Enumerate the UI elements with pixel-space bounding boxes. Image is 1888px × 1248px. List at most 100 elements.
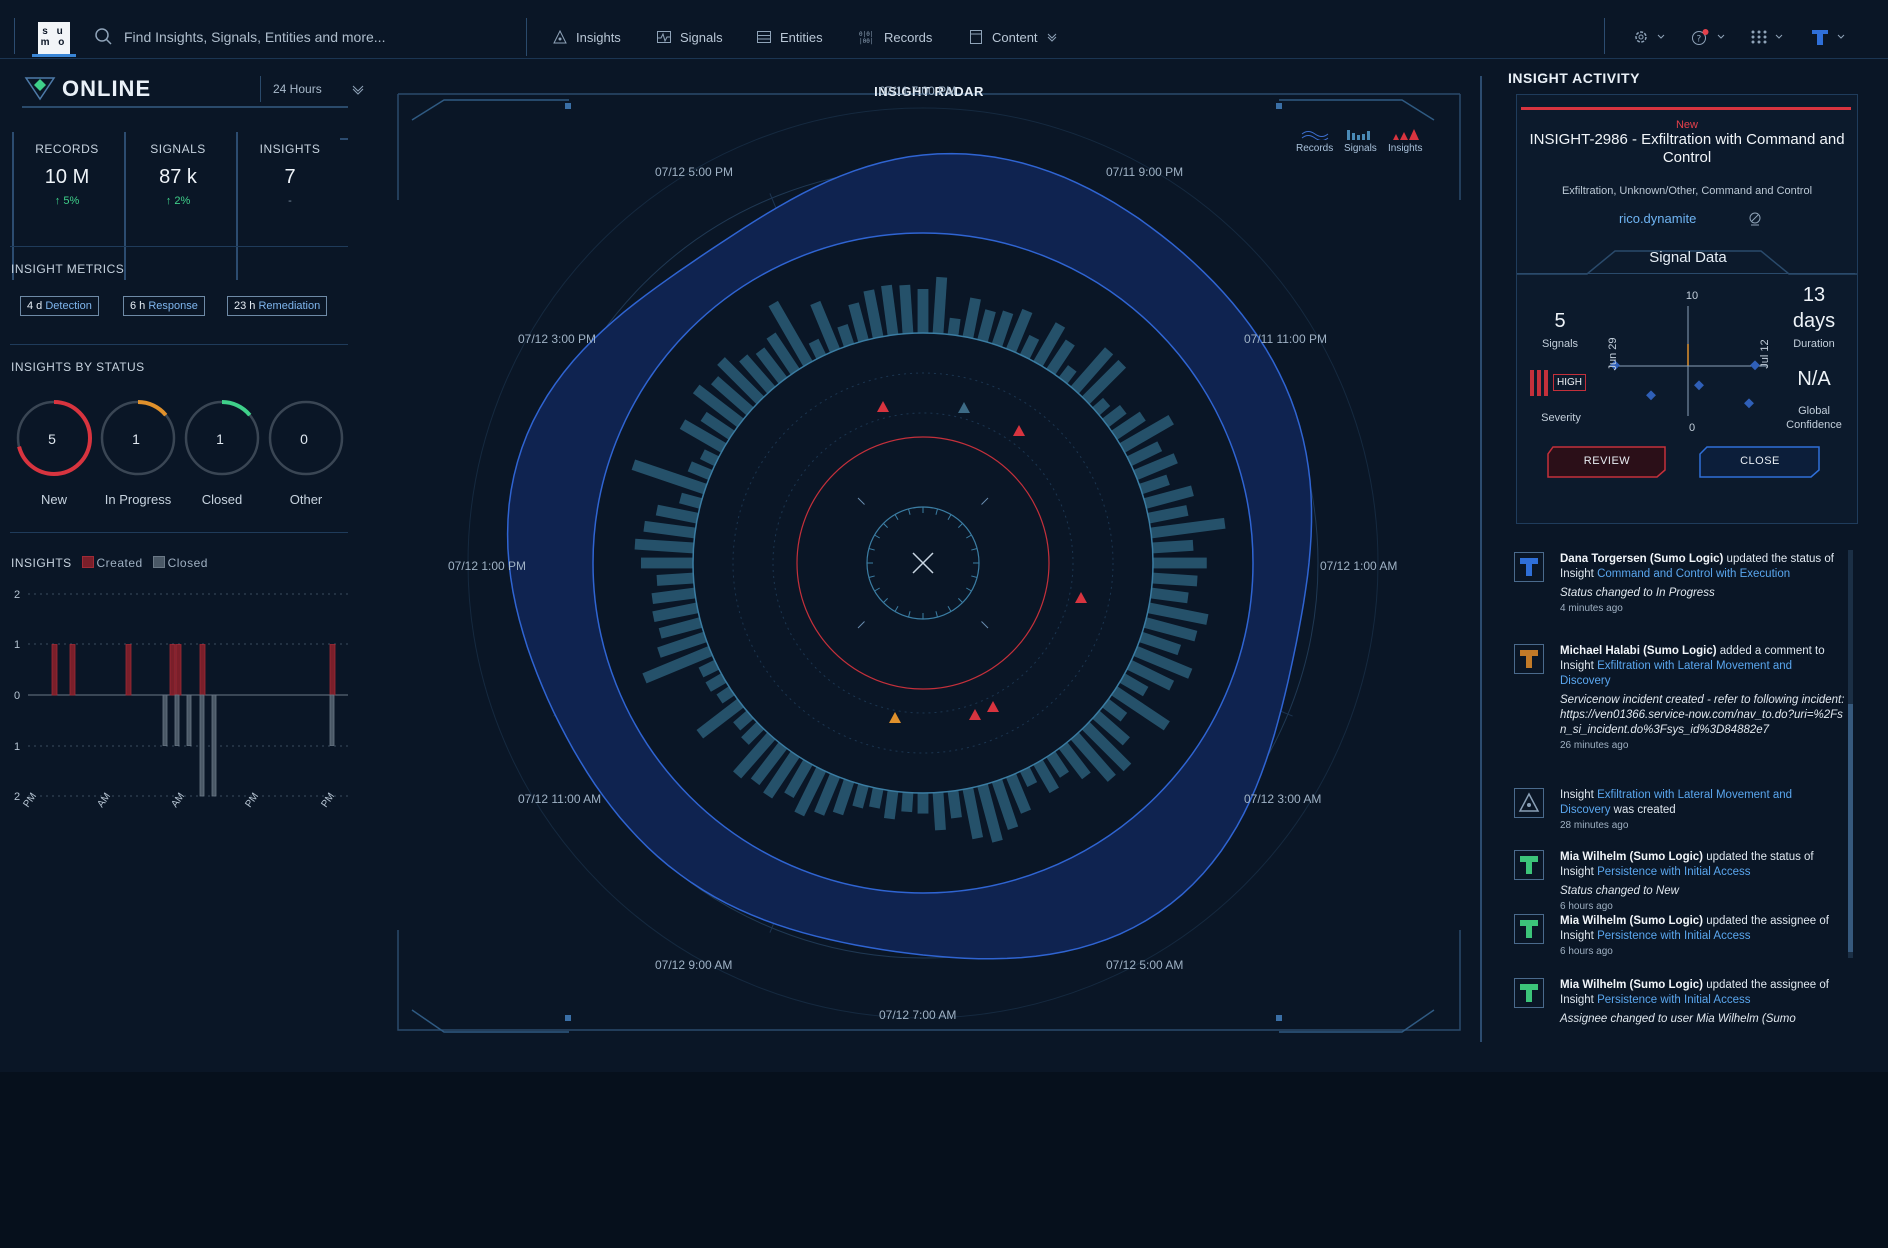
legend-closed-label: Closed bbox=[167, 556, 208, 570]
chart-top-label: 10 bbox=[1685, 290, 1699, 302]
metric-response: 6 h Response bbox=[123, 296, 205, 316]
insight-link[interactable]: Persistence with Initial Access bbox=[1597, 930, 1750, 942]
insight-entity-link[interactable]: rico.dynamite bbox=[1619, 211, 1696, 226]
signal-bar[interactable] bbox=[901, 792, 914, 813]
activity-text: Michael Halabi (Sumo Logic) added a comm… bbox=[1560, 644, 1845, 753]
x-tick-label: AM bbox=[169, 791, 187, 810]
insight-metrics-title: INSIGHT METRICS bbox=[11, 262, 125, 276]
gauge-value: 1 bbox=[216, 431, 224, 447]
status-gauge-other[interactable]: 0 Other bbox=[264, 398, 348, 507]
content-icon bbox=[970, 30, 982, 44]
status-gauge-closed[interactable]: 1 Closed bbox=[180, 398, 264, 507]
radar-time-label: 07/12 9:00 AM bbox=[655, 958, 733, 972]
created-bar[interactable] bbox=[169, 644, 176, 696]
signal-bar[interactable] bbox=[1153, 557, 1207, 569]
radar-time-label: 07/12 5:00 AM bbox=[1106, 958, 1184, 972]
created-bar[interactable] bbox=[329, 644, 336, 696]
stat-change: ↑ 5% bbox=[54, 195, 80, 207]
closed-bar[interactable] bbox=[329, 694, 335, 746]
created-bar[interactable] bbox=[175, 644, 182, 696]
close-button[interactable]: CLOSE bbox=[1699, 446, 1821, 476]
duration-unit: days bbox=[1792, 310, 1836, 332]
insight-link[interactable]: Persistence with Initial Access bbox=[1597, 994, 1750, 1006]
nav-signals[interactable]: Signals bbox=[656, 22, 723, 52]
status-header: ONLINE 24 Hours bbox=[22, 72, 364, 108]
nav-content[interactable]: Content bbox=[968, 22, 1058, 52]
user-menu[interactable] bbox=[1810, 22, 1846, 52]
radar-time-label: 07/12 3:00 PM bbox=[518, 332, 597, 346]
nav-entities[interactable]: Entities bbox=[756, 22, 823, 52]
review-button[interactable]: REVIEW bbox=[1547, 446, 1667, 476]
closed-bar[interactable] bbox=[186, 694, 192, 746]
signals-label: Signals bbox=[1541, 338, 1579, 350]
created-bar[interactable] bbox=[199, 644, 206, 696]
activity-text: Dana Torgersen (Sumo Logic) updated the … bbox=[1560, 552, 1845, 616]
global-search[interactable] bbox=[86, 18, 527, 56]
signal-timeline-chart bbox=[1609, 306, 1767, 416]
signal-point[interactable] bbox=[1646, 390, 1656, 401]
insight-activity-title: INSIGHT ACTIVITY bbox=[1508, 70, 1640, 86]
insight-card[interactable]: New INSIGHT-2986 - Exfiltration with Com… bbox=[1516, 94, 1858, 524]
closed-bar[interactable] bbox=[162, 694, 168, 746]
stat-records[interactable]: RECORDS 10 M ↑ 5% bbox=[17, 142, 117, 207]
signals-icon bbox=[657, 31, 671, 43]
status-gauge-in-progress[interactable]: 1 In Progress bbox=[96, 398, 180, 507]
chevron-down-icon bbox=[1775, 34, 1783, 39]
search-input[interactable] bbox=[122, 26, 506, 48]
stat-change-value: - bbox=[288, 195, 292, 207]
settings-menu[interactable] bbox=[1632, 22, 1666, 52]
metric-value: 4 d bbox=[27, 300, 43, 312]
stat-change-value: 5% bbox=[63, 195, 80, 207]
insights-chart-header: INSIGHTS Created Closed bbox=[11, 556, 208, 570]
closed-bar[interactable] bbox=[211, 694, 217, 797]
svg-text:?: ? bbox=[1697, 35, 1702, 45]
activity-detail: Servicenow incident created - refer to f… bbox=[1560, 694, 1845, 736]
insight-title[interactable]: INSIGHT-2986 - Exfiltration with Command… bbox=[1527, 131, 1847, 167]
signal-bar[interactable] bbox=[640, 557, 693, 569]
activity-scrollbar[interactable] bbox=[1848, 550, 1853, 958]
activity-detail: Status changed to New bbox=[1560, 885, 1679, 897]
scrollbar-thumb[interactable] bbox=[1848, 704, 1853, 952]
insight-status-new: New bbox=[1675, 119, 1698, 131]
severity-label: Severity bbox=[1541, 412, 1581, 424]
activity-timestamp: 6 hours ago bbox=[1560, 946, 1613, 957]
time-range-value: 24 Hours bbox=[273, 82, 322, 96]
nav-records[interactable]: 0|0| |00| Records bbox=[858, 22, 932, 52]
legend-insights[interactable]: Insights bbox=[1388, 128, 1422, 154]
help-menu[interactable]: ? bbox=[1690, 22, 1726, 52]
stat-insights[interactable]: INSIGHTS 7 - bbox=[240, 142, 340, 207]
insight-link[interactable]: Command and Control with Execution bbox=[1597, 568, 1790, 580]
apps-menu[interactable] bbox=[1750, 22, 1784, 52]
nav-insights[interactable]: Insights bbox=[552, 22, 621, 52]
signal-bar[interactable] bbox=[917, 289, 929, 333]
status-gauge-new[interactable]: 5 New bbox=[12, 398, 96, 507]
sumo-logo[interactable]: s u m o bbox=[38, 22, 70, 54]
signal-bar[interactable] bbox=[947, 317, 961, 336]
metric-unit: Response bbox=[148, 300, 198, 312]
signal-point[interactable] bbox=[1744, 398, 1754, 409]
activity-text: Insight Exfiltration with Lateral Moveme… bbox=[1560, 788, 1845, 833]
closed-bar[interactable] bbox=[199, 694, 205, 797]
app-window: s u m o Insights Signals Entities 0|0||0… bbox=[0, 0, 1888, 1072]
created-bar[interactable] bbox=[125, 644, 132, 696]
insight-link[interactable]: Persistence with Initial Access bbox=[1597, 866, 1750, 878]
chevron-down-icon bbox=[352, 85, 364, 95]
signal-point[interactable] bbox=[1694, 380, 1704, 391]
stat-signals[interactable]: SIGNALS 87 k ↑ 2% bbox=[128, 142, 228, 207]
gauge-value: 5 bbox=[48, 431, 56, 447]
closed-bar[interactable] bbox=[174, 694, 180, 746]
time-range-select[interactable]: 24 Hours bbox=[260, 76, 370, 102]
y-tick-label: 0 bbox=[14, 690, 20, 702]
legend-records[interactable]: Records bbox=[1296, 128, 1333, 154]
legend-signals[interactable]: Signals bbox=[1344, 128, 1377, 154]
severity-icon bbox=[1530, 370, 1548, 396]
logo-active-indicator bbox=[32, 54, 76, 57]
y-tick-label: 1 bbox=[14, 639, 20, 651]
created-bar[interactable] bbox=[51, 644, 58, 696]
insight-radar[interactable] bbox=[384, 70, 1474, 1055]
signal-data-tab[interactable]: Signal Data bbox=[1613, 245, 1763, 271]
entity-icon[interactable] bbox=[1747, 211, 1763, 227]
frame-node bbox=[565, 1015, 571, 1021]
signal-bar[interactable] bbox=[917, 793, 929, 814]
created-bar[interactable] bbox=[69, 644, 76, 696]
